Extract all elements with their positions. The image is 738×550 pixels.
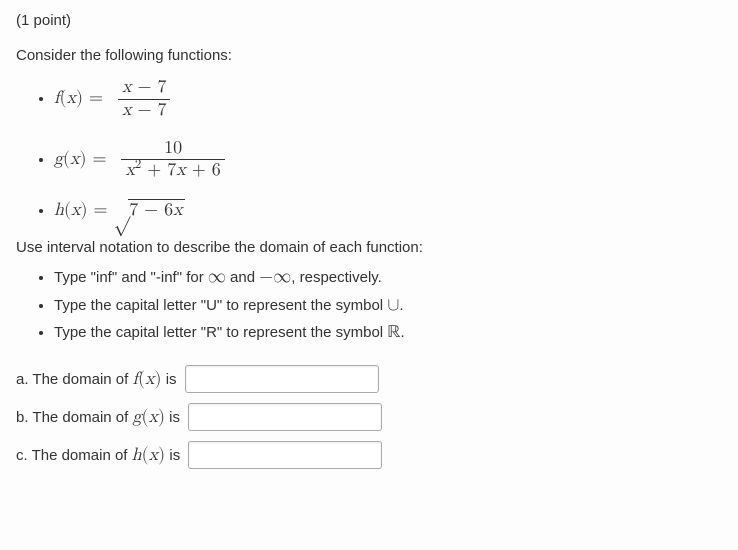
function-f: f(x) = x − 7 x − 7 — [54, 78, 722, 121]
fn-h-name: h — [54, 201, 64, 219]
function-g: g(x) = 10 x2 + 7x + 6 — [54, 139, 722, 182]
function-list: f(x) = x − 7 x − 7 g(x) = 10 x2 + 7x + 6… — [16, 78, 722, 221]
domain-prompt: Use interval notation to describe the do… — [16, 239, 722, 256]
answer-row-b: b. The domain of g(x) is — [16, 403, 722, 431]
domain-g-input[interactable] — [188, 403, 382, 431]
fraction-g: 10 x2 + 7x + 6 — [121, 139, 224, 182]
fn-g-name: g — [54, 150, 63, 168]
answer-label-a: a. The domain of f(x) is — [16, 368, 177, 390]
function-h: h(x) = √7 − 6x — [54, 199, 722, 221]
domain-f-input[interactable] — [185, 365, 379, 393]
instruction-inf: Type "inf" and "-inf" for ∞ and −∞, resp… — [54, 266, 722, 288]
intro-text: Consider the following functions: — [16, 47, 722, 64]
answer-label-b: b. The domain of g(x) is — [16, 406, 180, 428]
fn-f-name: f — [54, 89, 60, 107]
instruction-union: Type the capital letter "U" to represent… — [54, 294, 722, 316]
domain-h-input[interactable] — [188, 441, 382, 469]
instruction-reals: Type the capital letter "R" to represent… — [54, 322, 722, 345]
answer-row-a: a. The domain of f(x) is — [16, 365, 722, 393]
fraction-f: x − 7 x − 7 — [118, 78, 170, 121]
answer-row-c: c. The domain of h(x) is — [16, 441, 722, 469]
answer-label-c: c. The domain of h(x) is — [16, 444, 180, 466]
sqrt-h: √7 − 6x — [114, 199, 185, 221]
points-label: (1 point) — [16, 12, 722, 29]
instructions-list: Type "inf" and "-inf" for ∞ and −∞, resp… — [16, 266, 722, 345]
answers-block: a. The domain of f(x) is b. The domain o… — [16, 365, 722, 469]
